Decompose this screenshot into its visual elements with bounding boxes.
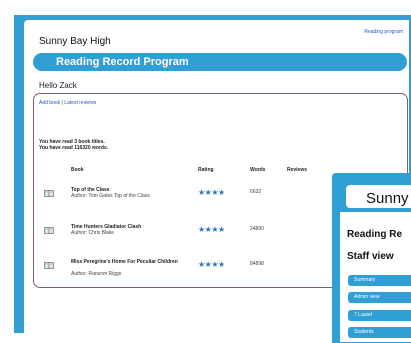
word-count: 6632	[250, 189, 262, 195]
book-icon	[44, 262, 54, 269]
staff-menu-7-laurel[interactable]: 7 Laurel	[348, 310, 411, 321]
staff-program-title: Reading Re	[347, 229, 403, 240]
column-header-reviews: Reviews	[287, 167, 308, 173]
book-author: Author: Ransom Riggs	[71, 271, 122, 277]
column-header-words: Words	[250, 167, 266, 173]
star-rating: ★★★★	[198, 225, 225, 234]
program-banner: Reading Record Program	[33, 53, 407, 71]
school-name: Sunny Bay High	[39, 36, 111, 47]
greeting: Hello Zack	[39, 81, 77, 90]
staff-school-name: Sunny	[366, 190, 409, 207]
star-rating: ★★★★	[198, 188, 225, 197]
book-icon	[44, 227, 54, 234]
staff-menu-summary[interactable]: Summary	[348, 275, 411, 286]
book-row[interactable]: Top of the Class Author: Tom Gates Top o…	[39, 187, 339, 207]
book-icon	[44, 190, 54, 197]
reading-summary: You have read 3 book titles. You have re…	[39, 139, 108, 151]
add-book-link[interactable]: Add book	[39, 100, 60, 106]
book-author: Author: Chris Blake	[71, 230, 115, 236]
book-row[interactable]: Miss Peregrine's Home For Peculiar Child…	[39, 259, 339, 279]
book-row[interactable]: Time Hunters Gladiator Clash Author: Chr…	[39, 224, 339, 244]
column-header-rating: Rating	[198, 167, 214, 173]
reading-program-link[interactable]: Reading program	[364, 29, 403, 35]
book-author: Author: Tom Gates Top of the Class	[71, 193, 150, 199]
star-rating: ★★★★	[198, 260, 225, 269]
staff-view-title: Staff view	[347, 251, 394, 262]
column-header-book: Book	[71, 167, 84, 173]
word-count: 24890	[250, 226, 264, 232]
words-read-count: You have read 116320 words.	[39, 145, 109, 151]
staff-menu-admin-view[interactable]: Admin view	[348, 292, 411, 303]
latest-reviews-link[interactable]: Latest reviews	[64, 100, 96, 106]
word-count: 84898	[250, 261, 264, 267]
link-separator: |	[61, 100, 63, 106]
action-links: Add book | Latest reviews	[39, 100, 96, 106]
book-title[interactable]: Miss Peregrine's Home For Peculiar Child…	[71, 259, 181, 265]
